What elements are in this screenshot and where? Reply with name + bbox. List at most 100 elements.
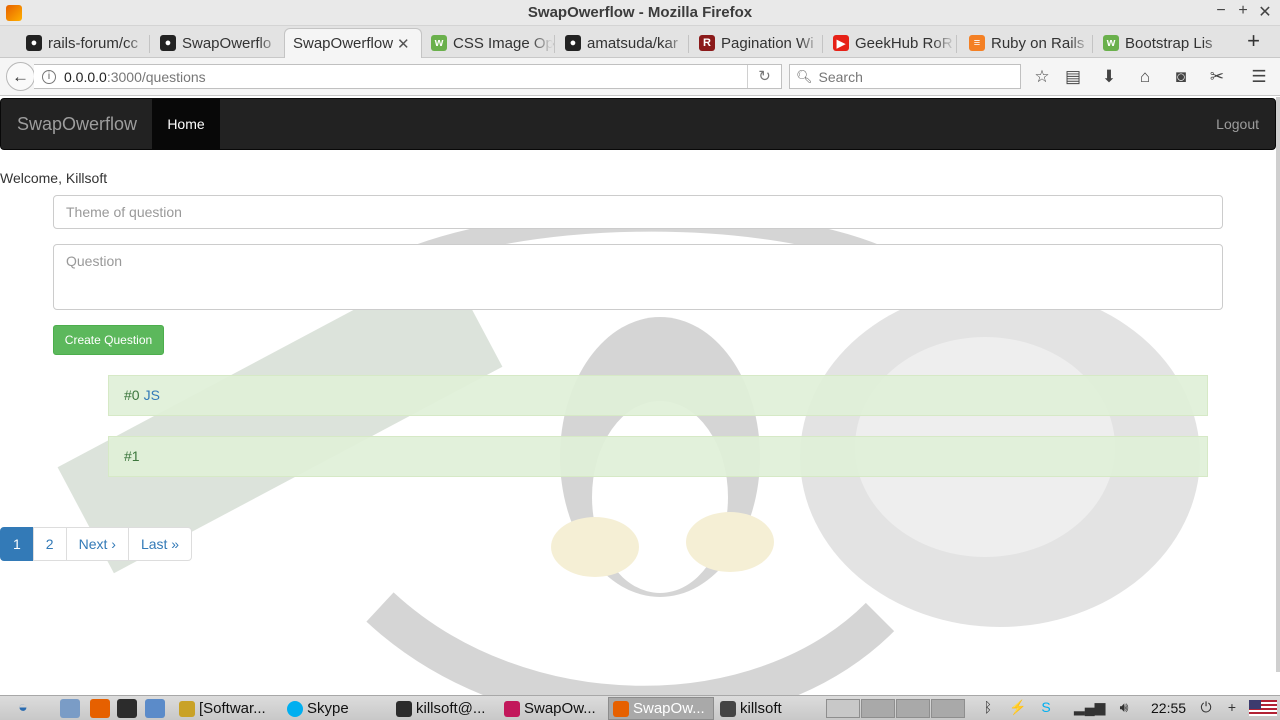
create-question-button[interactable]: Create Question: [53, 325, 164, 355]
folder-icon: [720, 700, 736, 717]
w3-icon: w: [1103, 35, 1119, 51]
tab-label: rails-forum/cc: [48, 34, 139, 52]
taskbar-item-skype[interactable]: Skype: [283, 697, 389, 720]
github-icon: ●: [565, 35, 581, 51]
stackoverflow-icon: ≡: [969, 35, 985, 51]
welcome-message: Welcome, Killsoft: [0, 170, 108, 186]
taskbar-item-software[interactable]: [Softwar...: [175, 697, 281, 720]
task-label: [Softwar...: [199, 700, 266, 717]
search-icon: 🔍︎: [796, 68, 813, 84]
question-list-item[interactable]: #1: [108, 436, 1208, 477]
bluetooth-icon[interactable]: ᛒ: [978, 699, 998, 715]
menu-icon[interactable]: ☰: [1248, 66, 1270, 88]
close-tab-icon[interactable]: ✕: [397, 35, 410, 53]
tab-geekhub[interactable]: ▶ GeekHub RoR: [825, 29, 957, 57]
task-label: killsoft: [740, 700, 782, 717]
workspace-2[interactable]: [861, 699, 895, 718]
show-desktop-icon[interactable]: [60, 699, 80, 718]
task-label: SwapOw...: [633, 700, 705, 717]
last-page-link[interactable]: Last »: [127, 527, 193, 561]
reading-list-icon[interactable]: ▤: [1062, 66, 1084, 88]
page-1-link[interactable]: 1: [0, 527, 34, 561]
task-label: SwapOw...: [524, 700, 596, 717]
terminal-icon: [396, 700, 412, 717]
skype-tray-icon[interactable]: S: [1036, 699, 1056, 715]
tab-pagination[interactable]: R Pagination Wi: [691, 29, 823, 57]
railscasts-icon: R: [699, 35, 715, 51]
search-placeholder: Search: [818, 68, 863, 85]
volume-icon[interactable]: 🔊︎: [1114, 699, 1134, 716]
start-menu-icon[interactable]: ◒: [8, 697, 38, 719]
tab-css-image[interactable]: w CSS Image Op: [423, 29, 555, 57]
tab-swapowerflow-github[interactable]: ● SwapOwerflo: [152, 29, 282, 57]
search-input[interactable]: 🔍︎ Search: [789, 64, 1021, 89]
tab-bootstrap[interactable]: w Bootstrap Lis: [1095, 29, 1227, 57]
nav-home-link[interactable]: Home: [152, 99, 220, 150]
window-title: SwapOwerflow - Mozilla Firefox: [527, 4, 753, 21]
network-signal-icon[interactable]: ▂▄▆: [1074, 699, 1105, 716]
workspace-3[interactable]: [896, 699, 930, 718]
firefox-icon: [613, 700, 629, 717]
vertical-scrollbar[interactable]: [1276, 97, 1280, 672]
bookmark-star-icon[interactable]: ☆: [1031, 66, 1053, 88]
add-panel-icon[interactable]: +: [1222, 699, 1242, 715]
workspace-1[interactable]: [826, 699, 860, 718]
page-viewport: SwapOwerflow Home Logout Welcome, Killso…: [0, 97, 1276, 695]
home-icon[interactable]: ⌂: [1134, 66, 1156, 88]
question-title-link[interactable]: JS: [144, 387, 160, 403]
firefox-launcher-icon[interactable]: [90, 699, 110, 718]
shutdown-icon[interactable]: ⏻: [1196, 699, 1216, 716]
new-tab-button[interactable]: +: [1247, 28, 1260, 54]
taskbar: ◒ [Softwar... Skype killsoft@... SwapOw.…: [0, 695, 1280, 720]
reload-icon[interactable]: ↻: [747, 65, 781, 88]
us-flag-keyboard-layout-icon[interactable]: [1249, 700, 1277, 716]
minimize-button[interactable]: −: [1212, 2, 1230, 20]
w3-icon: w: [431, 35, 447, 51]
download-icon[interactable]: ⬇: [1098, 66, 1120, 88]
theme-input[interactable]: [53, 195, 1223, 229]
pocket-icon[interactable]: ◙: [1170, 66, 1192, 88]
github-icon: ●: [160, 35, 176, 51]
task-label: killsoft@...: [416, 700, 486, 717]
question-number: #0: [124, 387, 140, 403]
logout-link[interactable]: Logout: [1216, 116, 1259, 132]
question-number: #1: [124, 448, 140, 464]
software-icon: [179, 700, 195, 717]
page-2-link[interactable]: 2: [32, 527, 67, 561]
pagination: 1 2 Next › Last »: [0, 527, 193, 561]
app-navbar: SwapOwerflow Home Logout: [0, 98, 1276, 150]
file-manager-launcher-icon[interactable]: [145, 699, 165, 718]
close-window-button[interactable]: ✕: [1256, 2, 1274, 22]
maximize-button[interactable]: +: [1234, 2, 1252, 20]
back-arrow-icon[interactable]: ←: [6, 62, 35, 91]
clock[interactable]: 22:55: [1151, 700, 1186, 716]
taskbar-item-terminal[interactable]: killsoft@...: [392, 697, 498, 720]
task-label: Skype: [307, 700, 349, 717]
power-icon[interactable]: ⚡: [1008, 699, 1028, 716]
tab-label: SwapOwerflow: [293, 35, 394, 52]
info-icon[interactable]: i: [42, 69, 56, 84]
taskbar-item-rubymine[interactable]: SwapOw...: [500, 697, 606, 720]
window-titlebar: SwapOwerflow - Mozilla Firefox − + ✕: [0, 0, 1280, 26]
url-host: 0.0.0.0: [64, 68, 107, 85]
rubymine-icon: [504, 700, 520, 717]
next-page-link[interactable]: Next ›: [65, 527, 129, 561]
tab-amatsuda[interactable]: ● amatsuda/kar: [557, 29, 689, 57]
tab-rails-forum[interactable]: ● rails-forum/cc: [18, 29, 150, 57]
github-icon: ●: [26, 35, 42, 51]
tab-swapowerflow-active[interactable]: SwapOwerflow ✕: [284, 28, 422, 58]
brand-link[interactable]: SwapOwerflow: [17, 114, 137, 135]
question-list-item[interactable]: #0 JS: [108, 375, 1208, 416]
workspace-4[interactable]: [931, 699, 965, 718]
skype-icon: [287, 700, 303, 717]
terminal-launcher-icon[interactable]: [117, 699, 137, 718]
taskbar-item-folder[interactable]: killsoft: [716, 697, 816, 720]
screenshot-icon[interactable]: ✂: [1206, 66, 1228, 88]
tab-ruby-on-rails[interactable]: ≡ Ruby on Rails: [961, 29, 1093, 57]
tab-strip: ● rails-forum/cc ● SwapOwerflo SwapOwerf…: [0, 26, 1280, 58]
browser-toolbar: ← i 0.0.0.0:3000/questions ↻ 🔍︎ Search ☆…: [0, 58, 1280, 96]
url-bar[interactable]: i 0.0.0.0:3000/questions ↻: [34, 64, 782, 89]
taskbar-item-firefox[interactable]: SwapOw...: [608, 697, 714, 720]
question-textarea[interactable]: [53, 244, 1223, 310]
youtube-icon: ▶: [833, 35, 849, 51]
